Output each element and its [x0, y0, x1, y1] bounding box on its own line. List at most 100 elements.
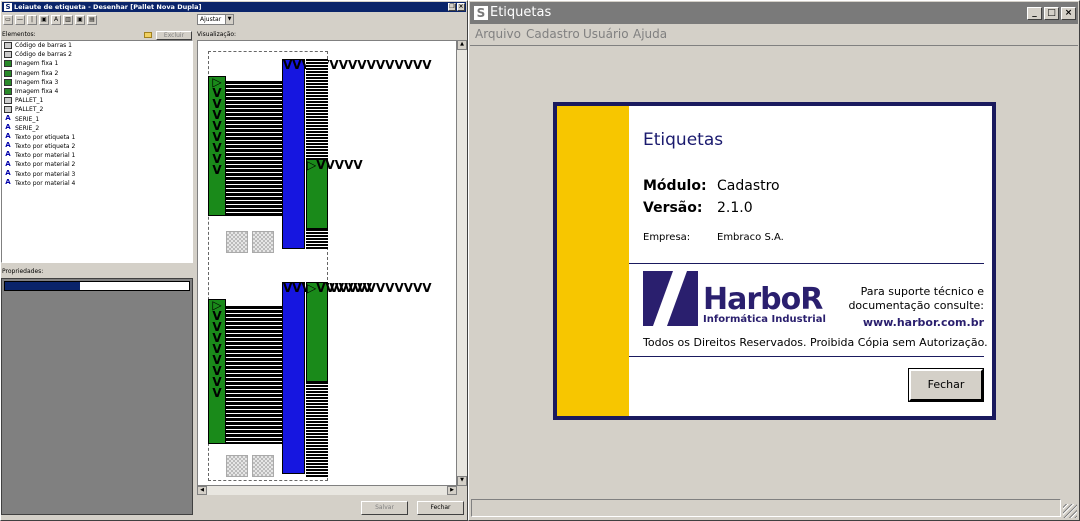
zoom-select[interactable]: Ajustar ▼	[197, 14, 234, 25]
menu-usuario[interactable]: Usuário	[583, 27, 629, 41]
list-item[interactable]: Código de barras 2	[2, 50, 192, 59]
barcode-element[interactable]	[306, 59, 328, 159]
text-element[interactable]: VVVVVVVVVVVVVVVV	[282, 281, 432, 474]
delete-button[interactable]: Excluir	[156, 31, 192, 40]
list-item[interactable]: A Texto por material 3	[2, 168, 192, 179]
window-title: Leiaute de etiqueta - Desenhar [Pallet N…	[14, 3, 202, 11]
list-item-label: Imagem fixa 3	[15, 78, 59, 86]
company-label: Empresa:	[643, 232, 691, 243]
restore-button[interactable]: ❐	[448, 3, 456, 11]
list-item-label: Texto por material 3	[15, 170, 76, 178]
property-selected	[5, 282, 80, 290]
about-close-button[interactable]: Fechar	[908, 368, 984, 402]
text-element[interactable]: ▷VVVVVV	[306, 282, 372, 382]
chevron-down-icon[interactable]: ▼	[225, 15, 233, 24]
elements-list[interactable]: Código de barras 1 Código de barras 2 Imag…	[1, 40, 193, 263]
list-item-label: SERIE_2	[15, 124, 40, 132]
list-item[interactable]: A Texto por material 1	[2, 151, 192, 160]
close-button[interactable]: ×	[457, 3, 465, 11]
text-gear-icon: A	[4, 131, 12, 141]
brand-subtitle: Informática Industrial	[703, 314, 826, 325]
list-item[interactable]: A SERIE_1	[2, 113, 192, 124]
title-bar: S Etiquetas _ □ ×	[470, 2, 1078, 24]
list-item[interactable]: A Texto por material 2	[2, 160, 192, 169]
app-logo-icon: S	[474, 6, 488, 20]
image-icon	[4, 78, 12, 86]
list-item[interactable]: A SERIE_2	[2, 123, 192, 133]
text-element[interactable]: VVVVVVVVVVVVVVVV	[282, 59, 432, 249]
list-item[interactable]: Imagem fixa 3	[2, 78, 192, 87]
version-label: Versão:	[643, 200, 703, 216]
close-button[interactable]: ×	[1061, 7, 1076, 20]
property-field[interactable]	[4, 281, 190, 291]
horizontal-scrollbar[interactable]: ◀ ▶	[197, 486, 457, 495]
text-element[interactable]: ▷ V V V V V V V V	[208, 76, 226, 216]
list-item[interactable]: A Texto por material 4	[2, 177, 192, 188]
toolbar-button-0[interactable]: ▭	[3, 15, 13, 25]
toolbar-button-5[interactable]: ▥	[63, 15, 73, 25]
menu-cadastro[interactable]: Cadastro	[526, 27, 580, 41]
scroll-down-arrow[interactable]: ▼	[457, 476, 467, 486]
image-element[interactable]	[252, 455, 274, 477]
list-item[interactable]: Código de barras 1	[2, 41, 192, 50]
text-icon: A	[4, 168, 12, 178]
save-button[interactable]: Salvar	[361, 501, 408, 515]
toolbar-button-6[interactable]: ▣	[75, 15, 85, 25]
text-icon: A	[4, 177, 12, 187]
barcode-element[interactable]	[226, 306, 282, 444]
minimize-button[interactable]: _	[1027, 7, 1042, 20]
close-window-button[interactable]: Fechar	[417, 501, 464, 515]
menu-arquivo[interactable]: Arquivo	[475, 27, 521, 41]
barcode-element[interactable]	[306, 229, 328, 249]
scroll-right-arrow[interactable]: ▶	[447, 486, 457, 495]
company-value: Embraco S.A.	[717, 232, 784, 243]
scroll-up-arrow[interactable]: ▲	[457, 40, 467, 50]
folder-icon[interactable]	[144, 32, 152, 38]
text-gear-icon: A	[4, 113, 12, 123]
list-item-label: Texto por material 1	[15, 152, 76, 160]
list-item-label: Texto por etiqueta 2	[15, 143, 76, 151]
image-icon	[4, 88, 12, 96]
maximize-button[interactable]: □	[1044, 7, 1059, 20]
text-icon: A	[4, 159, 12, 169]
preview-canvas: ▷ V V V V V V V V VVVVVVVVVVVVVVVV ▷VVVVV ▷ V V V V V…	[197, 40, 457, 486]
image-element[interactable]	[226, 231, 248, 253]
divider	[629, 356, 984, 357]
list-item-label: PALLET_2	[15, 106, 44, 114]
text-gear-icon: A	[4, 141, 12, 151]
toolbar-button-3[interactable]: ▣	[39, 15, 49, 25]
text-glyph: VVVVVVVVVVVVVVVV	[283, 281, 432, 295]
toolbar-button-4[interactable]: A	[51, 15, 61, 25]
module-label: Módulo:	[643, 178, 707, 194]
barcode-element[interactable]	[306, 382, 328, 477]
image-element[interactable]	[226, 455, 248, 477]
properties-label: Propriedades:	[2, 268, 44, 275]
list-item[interactable]: A Texto por etiqueta 1	[2, 131, 192, 142]
toolbar-button-1[interactable]: —	[15, 15, 25, 25]
resize-grip-icon[interactable]	[1063, 504, 1077, 518]
text-element[interactable]: ▷VVVVV	[306, 159, 363, 229]
toolbar-button-2[interactable]: |	[27, 15, 37, 25]
list-item[interactable]: A Texto por etiqueta 2	[2, 142, 192, 151]
support-url[interactable]: www.harbor.com.br	[863, 316, 984, 329]
about-body: Etiquetas Módulo: Cadastro Versão: 2.1.0…	[557, 106, 992, 416]
list-item[interactable]: PALLET_1	[2, 96, 192, 105]
title-bar: S Leiaute de etiqueta - Desenhar [Pallet …	[2, 2, 466, 12]
list-item[interactable]: Imagem fixa 4	[2, 87, 192, 96]
list-item[interactable]: PALLET_2	[2, 105, 192, 114]
status-bar	[471, 499, 1061, 517]
text-element[interactable]: ▷ V V V V V V V V	[208, 299, 226, 444]
image-icon	[4, 60, 12, 68]
barcode-element[interactable]	[226, 81, 282, 216]
scroll-left-arrow[interactable]: ◀	[197, 486, 207, 495]
toolbar-button-7[interactable]: ▤	[87, 15, 97, 25]
menu-ajuda[interactable]: Ajuda	[633, 27, 667, 41]
list-item-label: Imagem fixa 1	[15, 60, 59, 68]
image-element[interactable]	[252, 231, 274, 253]
divider	[629, 263, 984, 264]
window-title: Etiquetas	[490, 5, 552, 20]
list-item[interactable]: Imagem fixa 2	[2, 69, 192, 78]
properties-panel	[1, 278, 193, 515]
list-item[interactable]: Imagem fixa 1	[2, 59, 192, 68]
vertical-scrollbar[interactable]: ▲ ▼	[457, 40, 467, 486]
